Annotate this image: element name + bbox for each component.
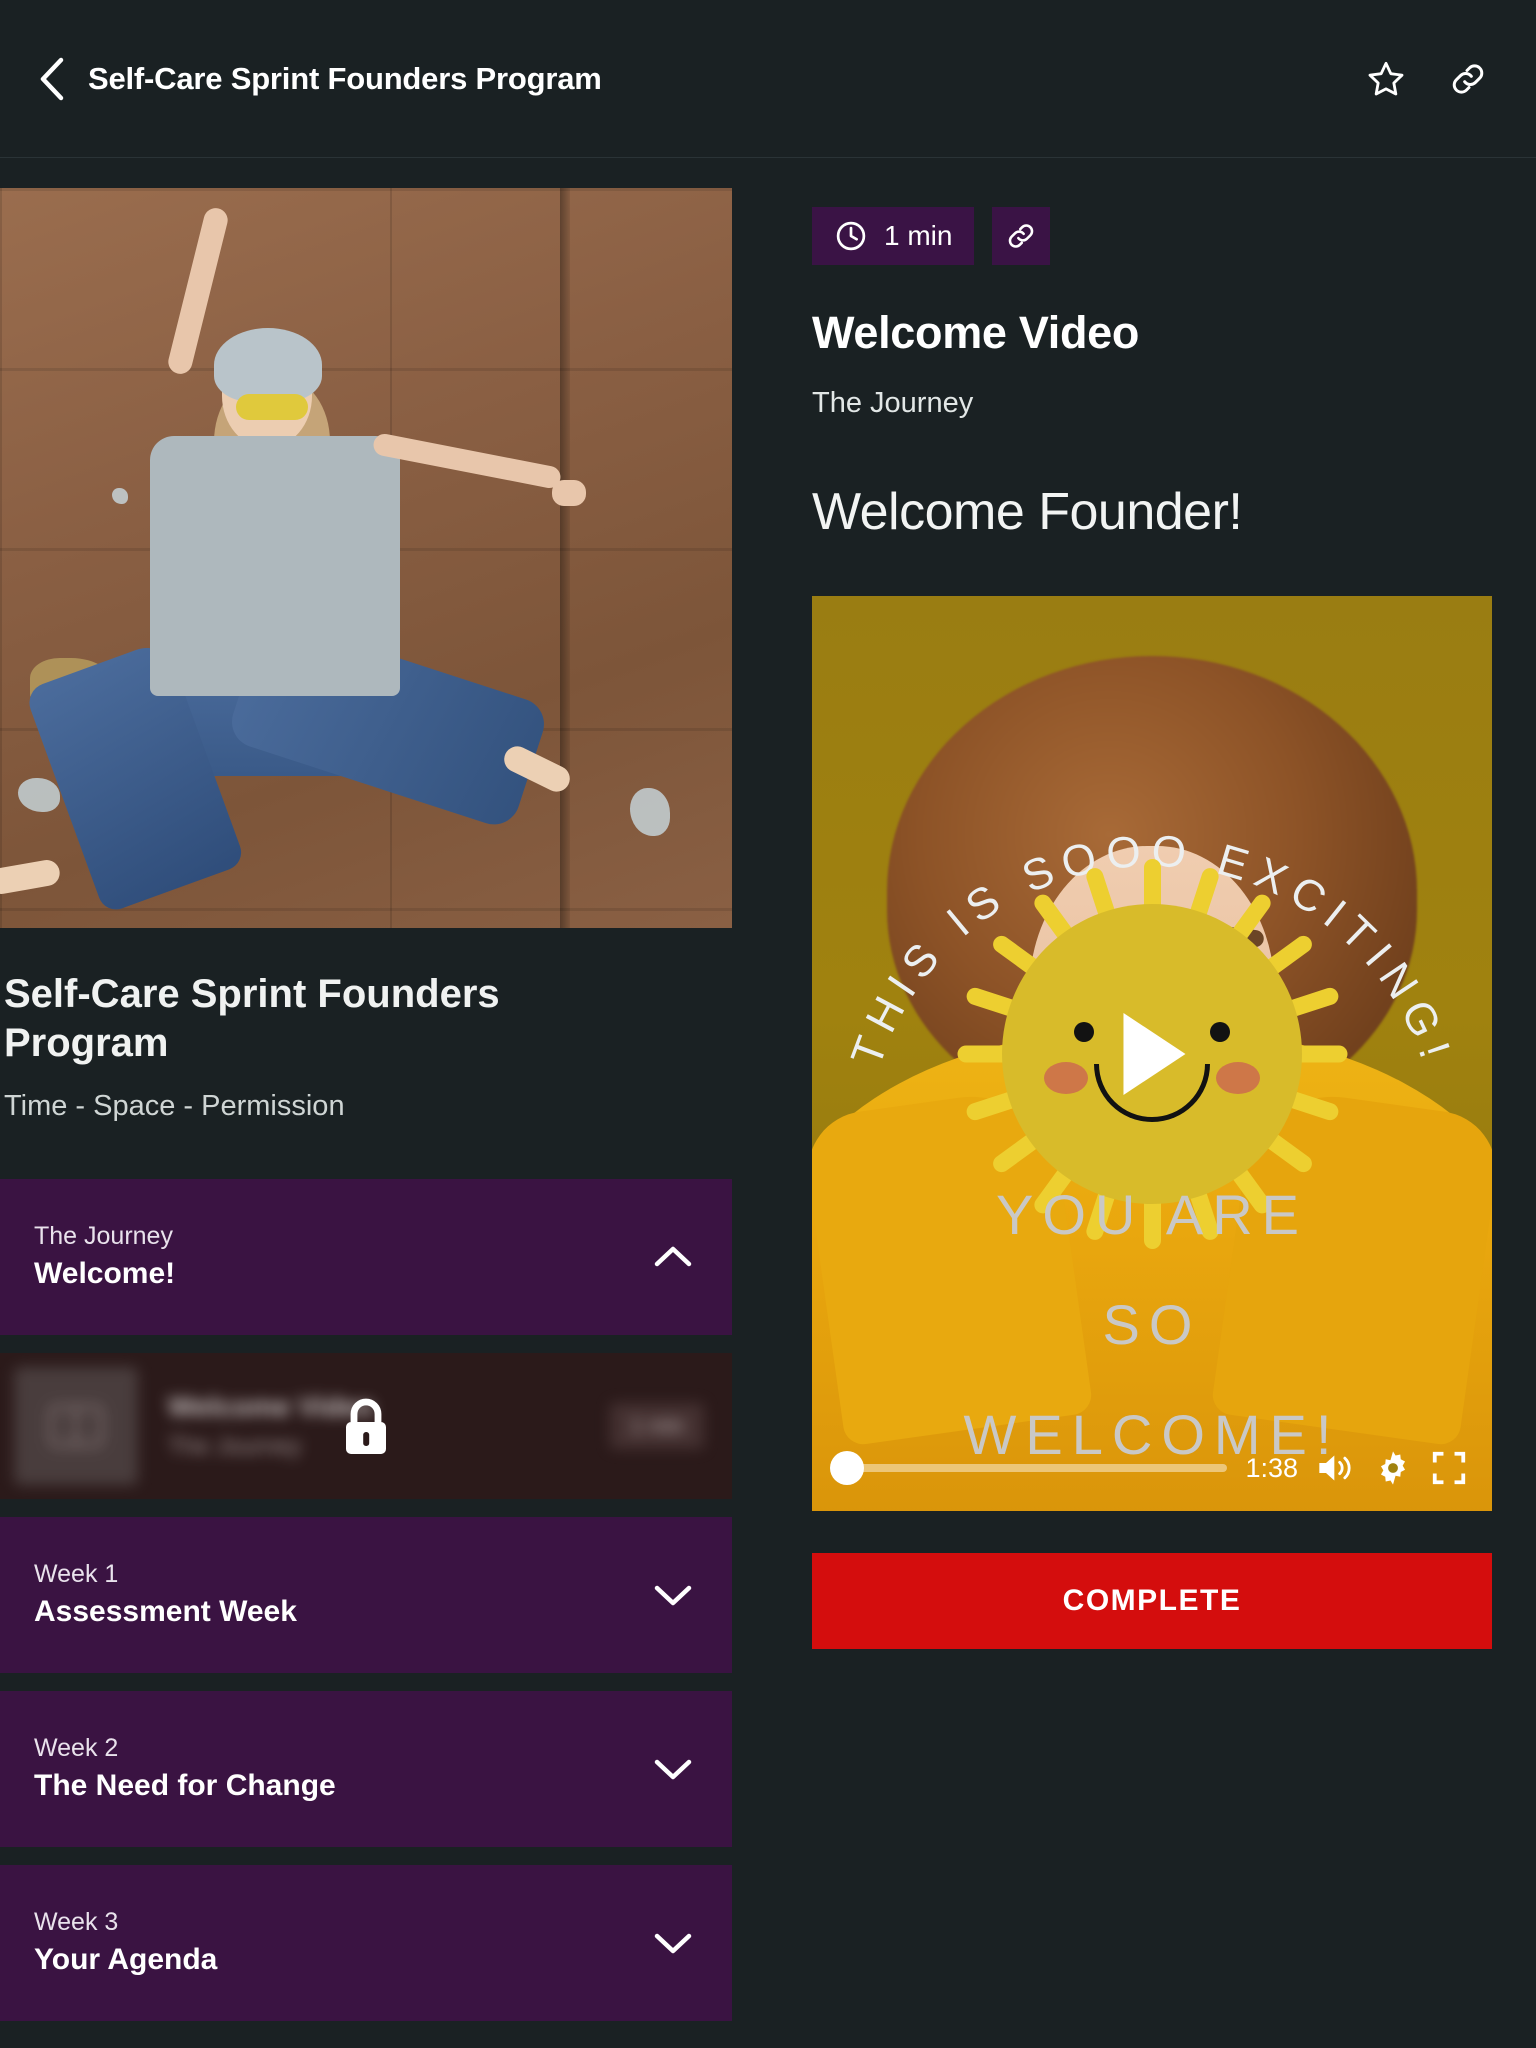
- curriculum-section-the-journey[interactable]: The Journey Welcome!: [0, 1178, 732, 1335]
- app-header: Self-Care Sprint Founders Program: [0, 0, 1536, 158]
- curriculum-section-eyebrow: Week 1: [34, 1560, 119, 1589]
- lesson-meta-row: 1 min: [812, 207, 1492, 265]
- lesson-duration-chip: 1 min: [812, 207, 975, 265]
- complete-button[interactable]: COMPLETE: [812, 1553, 1492, 1649]
- hero-figure: [0, 205, 640, 918]
- lesson-duration-text: 1 min: [884, 220, 953, 251]
- curriculum-list: The Journey Welcome! Welcome Video The J…: [0, 1178, 732, 2021]
- lesson-title: Welcome Video: [812, 307, 1140, 358]
- course-title: Self-Care Sprint Founders Program: [4, 972, 500, 1065]
- lesson-section-label: The Journey: [812, 387, 974, 419]
- video-progress-handle[interactable]: [830, 1451, 864, 1485]
- lesson-thumbnail: [14, 1366, 138, 1485]
- lesson-panel: 1 min Welcome Video The Journey Welcome …: [812, 159, 1492, 2048]
- play-button[interactable]: [957, 858, 1348, 1249]
- copy-link-button[interactable]: [1448, 59, 1488, 99]
- course-hero-image: [0, 188, 732, 928]
- chevron-up-icon: [654, 1246, 692, 1266]
- collapse-toggle[interactable]: [650, 1234, 696, 1280]
- curriculum-section-eyebrow: The Journey: [34, 1222, 173, 1251]
- curriculum-section-text: Week 2 The Need for Change: [34, 1734, 650, 1803]
- clock-icon: [836, 221, 866, 251]
- expand-toggle[interactable]: [650, 1746, 696, 1792]
- curriculum-section-title: Your Agenda: [34, 1943, 218, 1977]
- curriculum-section-title: The Need for Change: [34, 1769, 336, 1803]
- curriculum-section-eyebrow: Week 2: [34, 1734, 119, 1763]
- gear-icon: [1380, 1451, 1406, 1485]
- chevron-down-icon: [654, 1585, 692, 1605]
- expand-toggle[interactable]: [650, 1572, 696, 1618]
- book-icon: [49, 1404, 103, 1447]
- back-button[interactable]: [30, 52, 74, 106]
- link-icon: [1452, 63, 1484, 94]
- curriculum-section-eyebrow: Week 3: [34, 1908, 119, 1937]
- lesson-content-heading: Welcome Founder!: [812, 483, 1243, 541]
- curriculum-section-text: The Journey Welcome!: [34, 1222, 650, 1291]
- star-icon: [1368, 61, 1404, 95]
- curriculum-section-text: Week 1 Assessment Week: [34, 1560, 650, 1629]
- play-icon: [1123, 1012, 1186, 1095]
- video-controls: 1:38: [812, 1449, 1492, 1487]
- curriculum-section-week-2[interactable]: Week 2 The Need for Change: [0, 1690, 732, 1847]
- link-icon: [1009, 224, 1034, 248]
- volume-button[interactable]: [1316, 1451, 1356, 1485]
- curriculum-section-week-3[interactable]: Week 3 Your Agenda: [0, 1864, 732, 2021]
- expand-toggle[interactable]: [650, 1920, 696, 1966]
- lesson-duration-badge: 1 min: [610, 1402, 704, 1449]
- lock-icon: [338, 1394, 394, 1458]
- chevron-down-icon: [654, 1759, 692, 1779]
- curriculum-section-week-1[interactable]: Week 1 Assessment Week: [0, 1516, 732, 1673]
- curriculum-section-title: Assessment Week: [34, 1595, 297, 1629]
- page-body: Self-Care Sprint Founders Program Time -…: [0, 159, 1536, 2048]
- page-title: Self-Care Sprint Founders Program: [88, 60, 602, 96]
- video-overlay-line-1: YOU ARE: [996, 1183, 1308, 1246]
- chevron-down-icon: [654, 1933, 692, 1953]
- fullscreen-icon: [1432, 1451, 1466, 1485]
- volume-high-icon: [1319, 1455, 1351, 1481]
- fullscreen-button[interactable]: [1430, 1449, 1468, 1487]
- favorite-button[interactable]: [1366, 59, 1406, 99]
- video-progress-slider[interactable]: [830, 1451, 1228, 1485]
- lesson-copy-link-button[interactable]: [992, 207, 1051, 265]
- video-time-remaining: 1:38: [1245, 1452, 1298, 1483]
- sun-face: [1002, 903, 1302, 1204]
- chevron-left-icon: [40, 57, 64, 100]
- locked-lesson-row[interactable]: Welcome Video The Journey 1 min: [0, 1352, 732, 1499]
- curriculum-section-title: Welcome!: [34, 1257, 176, 1291]
- video-overlay-line-2: SO: [1102, 1293, 1202, 1356]
- header-actions: [1366, 59, 1488, 99]
- course-sidebar: Self-Care Sprint Founders Program Time -…: [0, 159, 732, 2048]
- curriculum-section-text: Week 3 Your Agenda: [34, 1908, 650, 1977]
- settings-button[interactable]: [1374, 1449, 1412, 1487]
- course-subtitle: Time - Space - Permission: [4, 1089, 345, 1122]
- video-player[interactable]: THIS IS SOOO EXCITING! YOU ARE SO WELCOM…: [812, 596, 1492, 1511]
